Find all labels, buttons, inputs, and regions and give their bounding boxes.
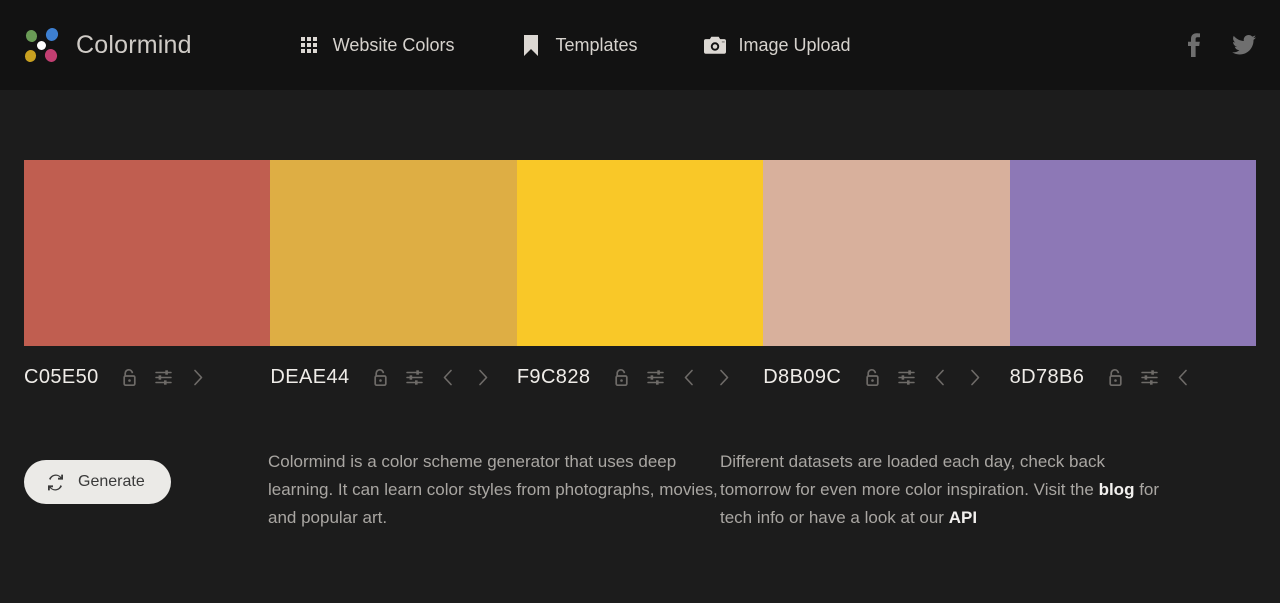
social-links bbox=[1182, 33, 1256, 57]
lock-open-icon[interactable] bbox=[855, 364, 889, 390]
description-left: Colormind is a color scheme generator th… bbox=[268, 452, 718, 527]
generate-column: Generate bbox=[24, 448, 268, 504]
previous-color-icon[interactable] bbox=[1166, 364, 1200, 390]
previous-color-icon[interactable] bbox=[923, 364, 957, 390]
camera-icon bbox=[703, 34, 726, 56]
color-swatch-2[interactable] bbox=[270, 160, 517, 346]
color-swatch-4[interactable] bbox=[763, 160, 1010, 346]
lock-open-icon[interactable] bbox=[364, 364, 398, 390]
previous-color-icon[interactable] bbox=[672, 364, 706, 390]
api-link[interactable]: API bbox=[949, 508, 977, 527]
palette-section: C05E50 DEAE44 F9C828 D8B09C 8D78B6 bbox=[0, 160, 1280, 390]
logo-dot-blue bbox=[44, 26, 60, 43]
refresh-icon bbox=[46, 473, 65, 492]
hex-value[interactable]: DEAE44 bbox=[270, 366, 349, 389]
blog-link[interactable]: blog bbox=[1099, 480, 1135, 499]
color-swatch-meta-4: D8B09C bbox=[763, 364, 1009, 390]
next-color-icon[interactable] bbox=[466, 364, 500, 390]
adjust-sliders-icon[interactable] bbox=[889, 364, 923, 390]
site-header: Colormind Website Colors Templates Image… bbox=[0, 0, 1280, 90]
bookmark-icon bbox=[520, 34, 542, 56]
twitter-icon[interactable] bbox=[1232, 33, 1256, 57]
previous-color-icon[interactable] bbox=[432, 364, 466, 390]
color-swatch-meta-2: DEAE44 bbox=[270, 364, 516, 390]
hex-value[interactable]: C05E50 bbox=[24, 366, 99, 389]
nav-label-templates: Templates bbox=[555, 34, 638, 55]
nav-item-templates[interactable]: Templates bbox=[520, 34, 638, 56]
brand-logo[interactable]: Colormind bbox=[22, 25, 192, 65]
lock-open-icon[interactable] bbox=[604, 364, 638, 390]
adjust-sliders-icon[interactable] bbox=[398, 364, 432, 390]
adjust-sliders-icon[interactable] bbox=[1132, 364, 1166, 390]
color-swatch-meta-3: F9C828 bbox=[517, 364, 763, 390]
logo-dot-green bbox=[24, 28, 39, 44]
color-swatch-controls-row: C05E50 DEAE44 F9C828 D8B09C 8D78B6 bbox=[24, 364, 1256, 390]
color-swatch-1[interactable] bbox=[24, 160, 271, 346]
hex-value[interactable]: D8B09C bbox=[763, 366, 841, 389]
footer-section: Generate Colormind is a color scheme gen… bbox=[0, 448, 1280, 532]
next-color-icon[interactable] bbox=[706, 364, 740, 390]
brand-name: Colormind bbox=[76, 30, 192, 59]
color-swatch-3[interactable] bbox=[516, 160, 764, 346]
grid-icon bbox=[298, 34, 320, 56]
color-swatch-row bbox=[24, 160, 1257, 346]
color-swatch-5[interactable] bbox=[1009, 160, 1257, 346]
description-right: Different datasets are loaded each day, … bbox=[720, 448, 1160, 532]
nav-label-image-upload: Image Upload bbox=[738, 34, 851, 55]
logo-dot-yellow bbox=[23, 48, 38, 64]
generate-button[interactable]: Generate bbox=[24, 460, 171, 504]
next-color-icon[interactable] bbox=[957, 364, 991, 390]
logo-dot-white bbox=[37, 41, 46, 50]
lock-open-icon[interactable] bbox=[113, 364, 147, 390]
lock-open-icon[interactable] bbox=[1098, 364, 1132, 390]
generate-label: Generate bbox=[78, 473, 145, 490]
logo-dot-pink bbox=[43, 47, 59, 64]
nav-item-website-colors[interactable]: Website Colors bbox=[298, 34, 455, 56]
colormind-dots-logo bbox=[22, 25, 62, 65]
description-right-part1: Different datasets are loaded each day, … bbox=[720, 452, 1105, 499]
main-nav: Website Colors Templates Image Upload bbox=[298, 34, 851, 56]
nav-label-website-colors: Website Colors bbox=[332, 34, 455, 55]
next-color-icon[interactable] bbox=[181, 364, 215, 390]
adjust-sliders-icon[interactable] bbox=[147, 364, 181, 390]
adjust-sliders-icon[interactable] bbox=[638, 364, 672, 390]
facebook-icon[interactable] bbox=[1182, 33, 1206, 57]
hex-value[interactable]: 8D78B6 bbox=[1010, 366, 1085, 389]
nav-item-image-upload[interactable]: Image Upload bbox=[703, 34, 851, 56]
hex-value[interactable]: F9C828 bbox=[517, 366, 591, 389]
color-swatch-meta-5: 8D78B6 bbox=[1010, 364, 1256, 390]
color-swatch-meta-1: C05E50 bbox=[24, 364, 270, 390]
